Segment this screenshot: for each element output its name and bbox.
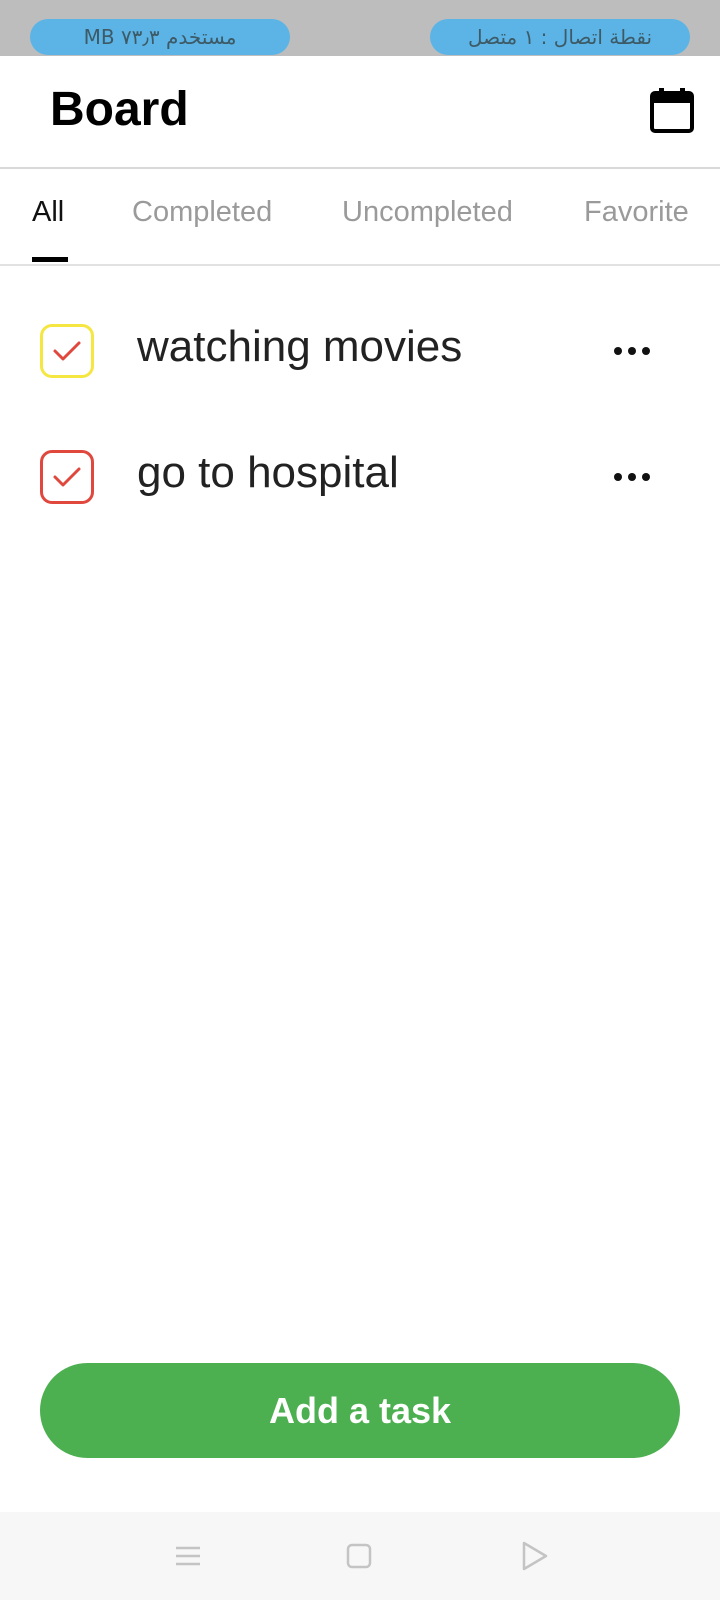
task-item[interactable]: watching movies xyxy=(0,304,720,404)
status-bar: مستخدم ٧٣٫٣ MB نقطة اتصال : ١ متصل xyxy=(0,0,720,56)
app-bar: Board xyxy=(0,56,720,169)
hotspot-pill: نقطة اتصال : ١ متصل xyxy=(430,19,690,55)
task-item[interactable]: go to hospital xyxy=(0,430,720,530)
tab-all[interactable]: All xyxy=(32,196,64,229)
tab-completed[interactable]: Completed xyxy=(132,196,272,229)
home-square-icon[interactable] xyxy=(341,1538,377,1574)
more-options-icon[interactable] xyxy=(610,338,654,364)
data-usage-text: مستخدم ٧٣٫٣ MB xyxy=(83,25,237,49)
menu-icon[interactable] xyxy=(170,1538,206,1574)
calendar-icon[interactable] xyxy=(649,88,695,134)
system-nav-bar xyxy=(0,1512,720,1600)
tab-uncompleted[interactable]: Uncompleted xyxy=(342,196,513,229)
back-triangle-icon[interactable] xyxy=(516,1538,552,1574)
task-title: watching movies xyxy=(137,322,463,371)
data-usage-pill: مستخدم ٧٣٫٣ MB xyxy=(30,19,290,55)
active-tab-indicator xyxy=(32,257,68,262)
filter-tabs: All Completed Uncompleted Favorite xyxy=(0,169,720,266)
add-task-label: Add a task xyxy=(268,1389,452,1431)
page-title: Board xyxy=(50,83,189,136)
task-checkbox[interactable] xyxy=(40,324,94,378)
task-checkbox[interactable] xyxy=(40,450,94,504)
more-options-icon[interactable] xyxy=(610,464,654,490)
tab-favorite[interactable]: Favorite xyxy=(584,196,689,229)
add-task-button[interactable]: Add a task xyxy=(40,1363,680,1458)
task-title: go to hospital xyxy=(137,448,399,497)
check-icon xyxy=(53,341,81,361)
check-icon xyxy=(53,467,81,487)
hotspot-text: نقطة اتصال : ١ متصل xyxy=(467,25,653,49)
